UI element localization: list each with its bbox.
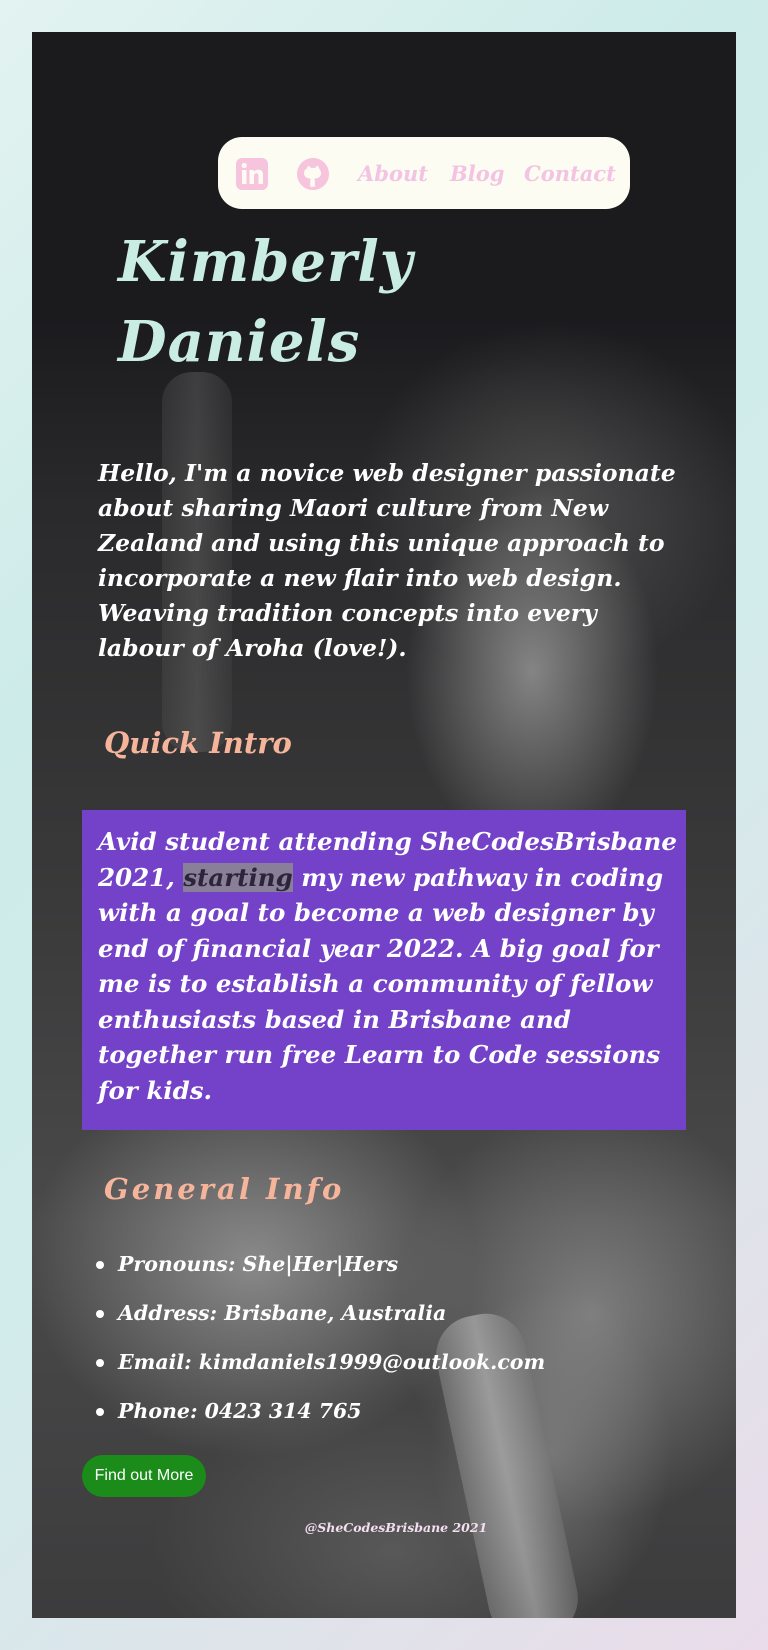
find-out-more-button[interactable]: Find out More	[82, 1455, 206, 1497]
info-item-pronouns: Pronouns: She|Her|Hers	[95, 1240, 545, 1289]
info-item-email: Email: kimdaniels1999@outlook.com	[95, 1338, 545, 1387]
nav-link-about[interactable]: About	[358, 161, 428, 186]
name-last: Daniels	[118, 309, 361, 375]
quick-intro-text: Avid student attending SheCodesBrisbane …	[98, 824, 678, 1108]
intro-paragraph: Hello, I'm a novice web designer passion…	[98, 459, 676, 662]
github-icon[interactable]	[296, 157, 330, 191]
quick-intro-heading: Quick Intro	[104, 726, 292, 760]
nav-link-contact[interactable]: Contact	[524, 161, 616, 186]
quick-intro-box: Avid student attending SheCodesBrisbane …	[82, 810, 686, 1130]
linkedin-icon[interactable]	[235, 157, 269, 191]
footer-credit: @SheCodesBrisbane 2021	[304, 1520, 488, 1535]
top-nav: About Blog Contact	[218, 137, 630, 209]
nav-link-blog[interactable]: Blog	[450, 161, 504, 186]
highlighted-word: starting	[183, 862, 293, 892]
quick-intro-text-end: my new pathway in coding with a goal to …	[98, 862, 664, 1105]
name-first: Kimberly	[118, 229, 414, 295]
profile-card: About Blog Contact Kimberly Daniels Hell…	[32, 32, 736, 1618]
general-info-heading: General Info	[104, 1172, 345, 1206]
info-item-address: Address: Brisbane, Australia	[95, 1289, 545, 1338]
general-info-list: Pronouns: She|Her|Hers Address: Brisbane…	[94, 1240, 545, 1436]
info-item-phone: Phone: 0423 314 765	[95, 1387, 545, 1436]
page-title: Kimberly Daniels	[118, 222, 538, 382]
